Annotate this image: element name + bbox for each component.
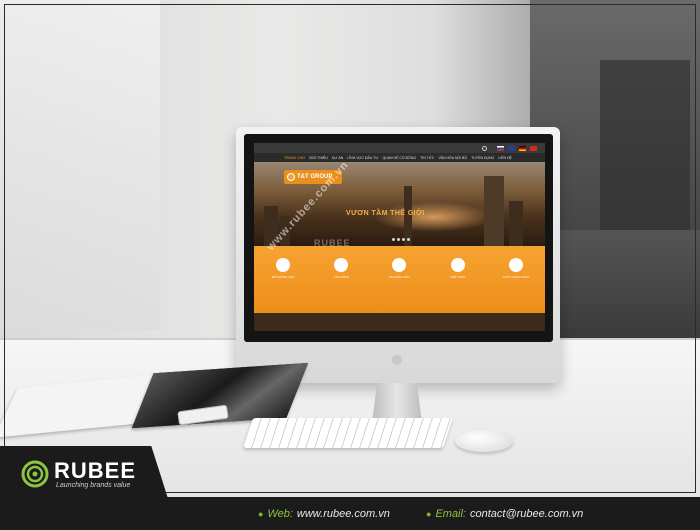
product-photo: TRANG CHỦ GIỚI THIỆU DỰ ÁN LĨNH VỰC ĐẦU … <box>0 0 700 497</box>
web-label: Web: <box>267 508 293 520</box>
web-link[interactable]: www.rubee.com.vn <box>297 508 390 520</box>
service-item: THỂ THAO <box>438 258 478 313</box>
logo-emblem-icon <box>287 173 295 181</box>
email-contact: ● Email: contact@rubee.com.vn <box>426 508 583 520</box>
apple-logo-icon <box>392 355 402 365</box>
service-item: BẤT ĐỘNG SẢN <box>263 258 303 313</box>
germany-flag-icon <box>519 145 526 151</box>
nav-item: TUYỂN DỤNG <box>471 155 495 160</box>
export-icon <box>508 258 523 272</box>
service-item: KHOÁNG SẢN <box>379 258 419 313</box>
email-label: Email: <box>435 508 466 520</box>
site-nav: TRANG CHỦ GIỚI THIỆU DỰ ÁN LĨNH VỰC ĐẦU … <box>254 153 545 162</box>
mineral-icon <box>392 258 407 272</box>
monitor-stand <box>372 383 422 423</box>
service-item: TÀI CHÍNH <box>321 258 361 313</box>
skyline-building <box>509 201 523 246</box>
skyline-building <box>484 176 504 246</box>
monitor-screen: TRANG CHỦ GIỚI THIỆU DỰ ÁN LĨNH VỰC ĐẦU … <box>254 143 545 331</box>
site-topbar <box>254 143 545 153</box>
building-icon <box>276 258 291 272</box>
service-item: XUẤT NHẬP KHẨU <box>496 258 536 313</box>
screen-watermark: RUBEE <box>314 238 351 248</box>
finance-icon <box>334 258 349 272</box>
web-contact: ● Web: www.rubee.com.vn <box>258 508 390 520</box>
nav-item: TIN TỨC <box>420 155 435 160</box>
bullet-icon: ● <box>426 509 432 519</box>
email-link[interactable]: contact@rubee.com.vn <box>470 508 583 520</box>
nav-item: GIỚI THIỆU <box>308 155 328 160</box>
search-icon <box>482 145 487 151</box>
nav-item: LIÊN HỆ <box>498 155 512 160</box>
rubee-logo-icon <box>21 460 49 488</box>
site-services: BẤT ĐỘNG SẢN TÀI CHÍNH KHOÁNG SẢN THỂ TH… <box>254 246 545 313</box>
background-door <box>600 60 690 240</box>
nav-item: LĨNH VỰC ĐẦU TƯ <box>347 155 379 160</box>
uk-flag-icon <box>508 145 515 151</box>
nav-item: QUAN HỆ CỔ ĐÔNG <box>382 155 417 160</box>
vietnam-flag-icon <box>530 145 537 151</box>
nav-item: TRANG CHỦ <box>284 155 305 160</box>
bullet-icon: ● <box>258 509 264 519</box>
hero-glow <box>374 202 494 232</box>
slider-dots <box>392 238 410 241</box>
sport-icon <box>450 258 465 272</box>
brand-tagline: Launching brands value <box>56 482 131 489</box>
site-hero: T&T GROUP VƯƠN TẦM THẾ GIỚI <box>254 162 545 246</box>
mouse <box>455 430 513 452</box>
wall <box>0 0 160 330</box>
russia-flag-icon <box>497 145 504 151</box>
keyboard <box>243 418 453 448</box>
nav-item: VĂN HÓA NỘI BỘ <box>438 155 468 160</box>
brand-name: RUBEE <box>54 458 137 483</box>
hero-title: VƯƠN TẦM THẾ GIỚI <box>346 210 425 217</box>
